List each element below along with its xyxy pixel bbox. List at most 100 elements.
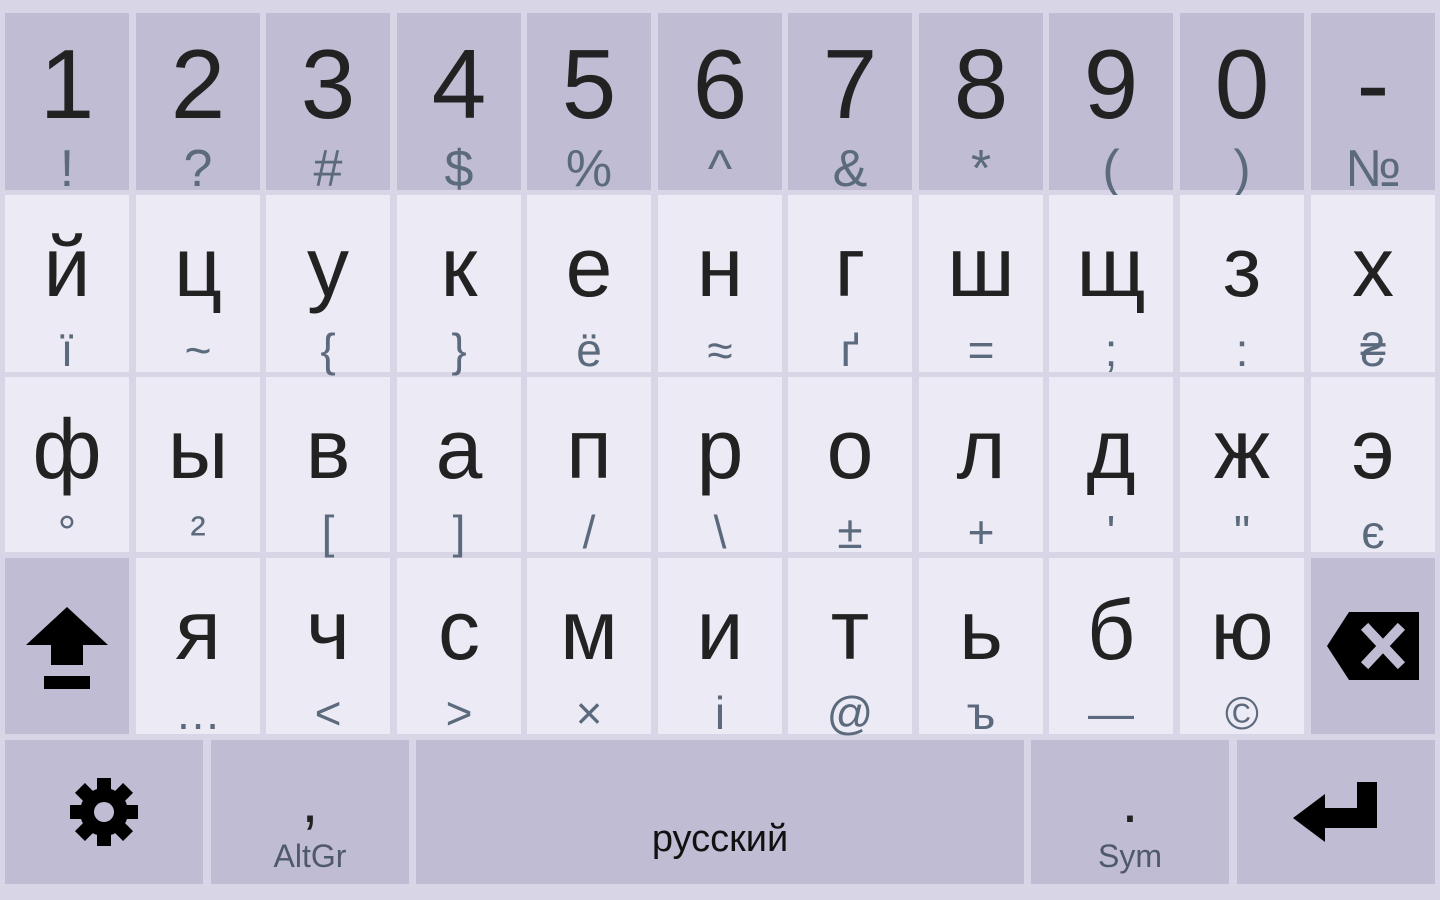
key-5[interactable]: 5 %	[527, 13, 651, 195]
key-7[interactable]: 7 &	[788, 13, 912, 195]
key-ф[interactable]: ф °	[5, 377, 129, 558]
key-main: -	[1356, 29, 1390, 139]
key-й[interactable]: й ї	[5, 195, 129, 373]
gear-icon	[70, 778, 138, 846]
space-key[interactable]: русский	[416, 740, 1024, 884]
key-main: й	[43, 220, 91, 314]
key-sub: :	[1235, 324, 1249, 376]
key-sub: {	[320, 324, 336, 376]
key-э[interactable]: э є	[1311, 377, 1435, 558]
comma-key[interactable]: , AltGr	[211, 740, 409, 884]
key-м[interactable]: м ×	[527, 558, 651, 736]
key-ы[interactable]: ы ²	[136, 377, 260, 558]
key-4[interactable]: 4 $	[397, 13, 521, 195]
key-main: 9	[1083, 29, 1139, 139]
key-sub: ґ	[840, 324, 860, 376]
key-sub: ~	[184, 324, 212, 376]
key-sub: °	[57, 506, 77, 558]
key-1[interactable]: 1 !	[5, 13, 129, 195]
key-у[interactable]: у {	[266, 195, 390, 376]
key-main: о	[826, 402, 874, 496]
key-о[interactable]: о ±	[788, 377, 912, 555]
key-sub: =	[967, 324, 995, 376]
key-sub: *	[970, 140, 992, 198]
key-sub: ^	[707, 140, 733, 198]
key-х[interactable]: х ₴	[1311, 195, 1435, 373]
key-sub: %	[565, 140, 613, 198]
key-main: и	[696, 583, 744, 677]
key-6[interactable]: 6 ^	[658, 13, 782, 195]
settings-key[interactable]	[5, 740, 203, 884]
key-main: б	[1086, 583, 1136, 677]
key-main: 0	[1214, 29, 1270, 139]
key-main: в	[305, 402, 351, 496]
key-9[interactable]: 9 (	[1049, 13, 1173, 195]
key-main: а	[435, 402, 483, 496]
key-main: х	[1352, 220, 1394, 314]
key-sub: і	[714, 687, 726, 739]
key-main: ж	[1213, 402, 1271, 496]
key-main: е	[565, 220, 613, 314]
key-sub: є	[1361, 506, 1385, 558]
key-с[interactable]: с >	[397, 558, 521, 739]
key-ь[interactable]: ь ъ	[919, 558, 1043, 739]
key-е[interactable]: е ё	[527, 195, 651, 376]
key-л[interactable]: л +	[919, 377, 1043, 555]
key-main: 2	[170, 29, 226, 139]
key-sub: $	[444, 140, 474, 198]
key-н[interactable]: н ≈	[658, 195, 782, 376]
key-sub: ;	[1104, 324, 1118, 376]
key-ж[interactable]: ж "	[1180, 377, 1304, 555]
key-р[interactable]: р \	[658, 377, 782, 555]
shift-key[interactable]	[5, 558, 129, 734]
key-sub: ё	[576, 324, 602, 376]
key-sub: }	[451, 324, 467, 376]
enter-icon	[1293, 782, 1377, 842]
key-п[interactable]: п /	[527, 377, 651, 555]
key-main: г	[834, 220, 866, 314]
key-sub: ²	[190, 506, 206, 558]
keyboard: 1 ! 2 ? 3 # 4 $ 5 % 6 ^ 7 & 8 * 9 ( 0 ) …	[0, 0, 1440, 900]
key-б[interactable]: б —	[1049, 558, 1173, 739]
key-в[interactable]: в [	[266, 377, 390, 558]
key-main: з	[1222, 220, 1262, 314]
key-г[interactable]: г ґ	[788, 195, 912, 376]
key-я[interactable]: я …	[136, 558, 260, 736]
key-ю[interactable]: ю ©	[1180, 558, 1304, 739]
key-minus[interactable]: - №	[1311, 13, 1435, 195]
key-т[interactable]: т @	[788, 558, 912, 739]
key-sub: >	[445, 687, 473, 739]
key-main: 1	[39, 29, 95, 139]
key-main: л	[956, 402, 1006, 496]
key-д[interactable]: д '	[1049, 377, 1173, 555]
key-щ[interactable]: щ ;	[1049, 195, 1173, 376]
key-main: щ	[1076, 220, 1146, 314]
key-0[interactable]: 0 )	[1180, 13, 1304, 195]
key-main: 8	[953, 29, 1009, 139]
key-8[interactable]: 8 *	[919, 13, 1043, 195]
period-key[interactable]: . Sym	[1031, 740, 1229, 884]
key-sub: <	[314, 687, 342, 739]
key-и[interactable]: и і	[658, 558, 782, 739]
key-3[interactable]: 3 #	[266, 13, 390, 195]
key-sub: —	[1088, 687, 1134, 739]
key-к[interactable]: к }	[397, 195, 521, 376]
backspace-key[interactable]	[1311, 558, 1435, 734]
key-ц[interactable]: ц ~	[136, 195, 260, 376]
key-sub: ъ	[966, 687, 996, 739]
key-sub: #	[313, 140, 343, 198]
key-2[interactable]: 2 ?	[136, 13, 260, 195]
key-sub: )	[1233, 140, 1251, 198]
key-sub: [	[321, 506, 335, 558]
key-sub: ≈	[707, 324, 733, 376]
key-sub: @	[826, 687, 874, 739]
enter-key[interactable]	[1237, 740, 1435, 884]
key-main: ,	[301, 768, 319, 835]
key-а[interactable]: а ]	[397, 377, 521, 555]
key-ш[interactable]: ш =	[919, 195, 1043, 376]
key-з[interactable]: з :	[1180, 195, 1304, 376]
key-sub: ©	[1225, 687, 1259, 739]
key-ч[interactable]: ч <	[266, 558, 390, 739]
key-main: 7	[822, 29, 878, 139]
backspace-icon	[1327, 612, 1419, 680]
